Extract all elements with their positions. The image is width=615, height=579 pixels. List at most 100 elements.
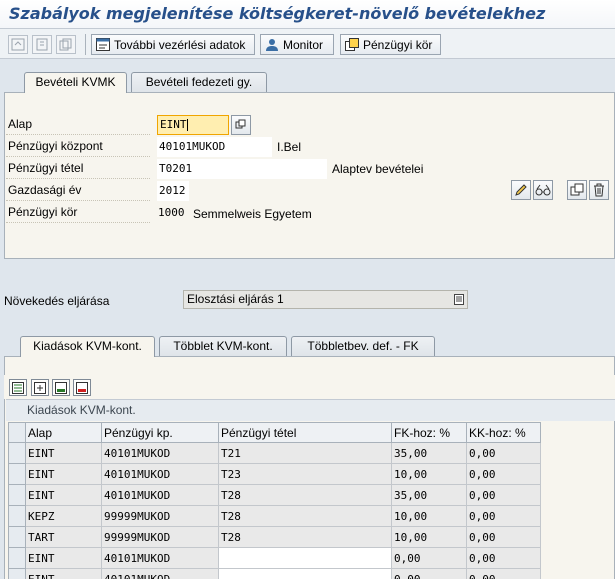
cell-center[interactable]: 40101MUKOD [101,484,219,506]
cell-fk-pct[interactable]: 35,00 [391,442,467,464]
row-selector[interactable] [8,568,26,579]
alap-label: Alap [6,115,150,135]
row-selector[interactable] [8,547,26,569]
dropdown-icon [454,294,464,305]
alap-search-help-button[interactable] [231,115,251,135]
center-field[interactable]: 40101MUKOD [157,137,272,157]
cell-alap[interactable]: EINT [25,442,102,464]
row-selector[interactable] [8,505,26,527]
cell-item[interactable]: T28 [218,484,392,506]
cell-fk-pct[interactable]: 35,00 [391,484,467,506]
cell-alap[interactable]: EINT [25,547,102,569]
center-description: I.Bel [277,140,302,154]
col-kk-pct[interactable]: KK-hoz: % [466,422,541,443]
col-center[interactable]: Pénzügyi kp. [101,422,219,443]
table-row[interactable]: EINT 40101MUKOD 0,00 0,00 [8,547,541,569]
table-row[interactable]: TART 99999MUKOD T28 10,00 0,00 [8,526,541,548]
col-alap[interactable]: Alap [25,422,102,443]
more-control-data-button[interactable]: További vezérlési adatok [91,34,255,55]
col-item[interactable]: Pénzügyi tétel [218,422,392,443]
cell-fk-pct[interactable]: 10,00 [391,463,467,485]
item-description: Alaptev bevételei [332,162,424,176]
monitor-label: Monitor [283,37,324,52]
more-control-data-label: További vezérlési adatok [114,37,246,52]
increase-procedure-dropdown[interactable]: Elosztási eljárás 1 [183,290,468,309]
cell-kk-pct[interactable]: 0,00 [466,463,541,485]
cell-center[interactable]: 40101MUKOD [101,442,219,464]
cell-item[interactable]: T28 [218,505,392,527]
cell-fk-pct[interactable]: 10,00 [391,526,467,548]
table-row[interactable]: KEPZ 99999MUKOD T28 10,00 0,00 [8,505,541,527]
row-selector[interactable] [8,442,26,464]
table-row[interactable]: EINT 40101MUKOD 0,00 0,00 [8,568,541,579]
append-row-icon [55,381,67,394]
financial-area-label: Pénzügyi kör [363,37,433,52]
cell-center[interactable]: 40101MUKOD [101,568,219,579]
cell-item[interactable] [218,568,392,579]
select-all-cell[interactable] [8,422,26,443]
copy-icon[interactable] [56,35,76,54]
fm-area-description: Semmelweis Egyetem [193,207,312,221]
cell-fk-pct[interactable]: 10,00 [391,505,467,527]
application-toolbar: További vezérlési adatok Monitor Pénzügy… [0,29,615,59]
item-field[interactable]: T0201 [157,159,327,179]
cell-item[interactable]: T28 [218,526,392,548]
insert-row-icon [34,381,46,394]
append-row-button[interactable] [52,379,70,396]
cell-kk-pct[interactable]: 0,00 [466,547,541,569]
tab-tobblet-kvm[interactable]: Többlet KVM-kont. [159,336,287,356]
row-selector[interactable] [8,526,26,548]
cell-center[interactable]: 99999MUKOD [101,526,219,548]
col-fk-pct[interactable]: FK-hoz: % [391,422,467,443]
alap-value: EINT [160,118,187,131]
cell-alap[interactable]: KEPZ [25,505,102,527]
monitor-button[interactable]: Monitor [260,34,334,55]
financial-area-button[interactable]: Pénzügyi kör [340,34,441,55]
cell-center[interactable]: 40101MUKOD [101,463,219,485]
tab-bevételi-fedezeti[interactable]: Bevételi fedezeti gy. [131,72,267,92]
tab-bevételi-kvmk[interactable]: Bevételi KVMK [24,72,127,93]
copy-entry-button[interactable] [567,180,587,200]
pencil-icon [515,184,527,196]
delete-row-button[interactable] [73,379,91,396]
cell-item[interactable]: T21 [218,442,392,464]
cell-item[interactable]: T23 [218,463,392,485]
budget-grid: Alap Pénzügyi kp. Pénzügyi tétel FK-hoz:… [8,422,541,579]
delete-button[interactable] [589,180,609,200]
row-selector[interactable] [8,463,26,485]
cell-center[interactable]: 40101MUKOD [101,547,219,569]
cell-fk-pct[interactable]: 0,00 [391,547,467,569]
cell-alap[interactable]: EINT [25,484,102,506]
cell-kk-pct[interactable]: 0,00 [466,442,541,464]
cell-alap[interactable]: TART [25,526,102,548]
cell-fk-pct[interactable]: 0,00 [391,568,467,579]
tab-kiadasok-kvm[interactable]: Kiadások KVM-kont. [20,336,155,357]
row-selector[interactable] [8,484,26,506]
lower-tabstrip: Kiadások KVM-kont. Többlet KVM-kont. Töb… [4,336,615,357]
display-change-icon[interactable] [8,35,28,54]
display-button[interactable] [533,180,553,200]
year-field[interactable]: 2012 [157,181,189,201]
cell-kk-pct[interactable]: 0,00 [466,526,541,548]
cell-kk-pct[interactable]: 0,00 [466,568,541,579]
person-icon [266,39,278,51]
cell-center[interactable]: 99999MUKOD [101,505,219,527]
table-row[interactable]: EINT 40101MUKOD T23 10,00 0,00 [8,463,541,485]
grid-toolbar [4,375,615,399]
cell-alap[interactable]: EINT [25,463,102,485]
details-button[interactable] [9,379,27,396]
table-row[interactable]: EINT 40101MUKOD T21 35,00 0,00 [8,442,541,464]
cell-item[interactable] [218,547,392,569]
fm-area-label: Pénzügyi kör [6,203,150,223]
insert-row-button[interactable] [31,379,49,396]
grid-title: Kiadások KVM-kont. [6,399,615,421]
item-label: Pénzügyi tétel [6,159,150,179]
table-row[interactable]: EINT 40101MUKOD T28 35,00 0,00 [8,484,541,506]
cell-alap[interactable]: EINT [25,568,102,579]
cell-kk-pct[interactable]: 0,00 [466,505,541,527]
cell-kk-pct[interactable]: 0,00 [466,484,541,506]
tab-tobbletbev-def[interactable]: Többletbev. def. - FK [291,336,435,356]
alap-field[interactable]: EINT [157,115,229,135]
edit-button[interactable] [511,180,531,200]
create-icon[interactable] [32,35,52,54]
